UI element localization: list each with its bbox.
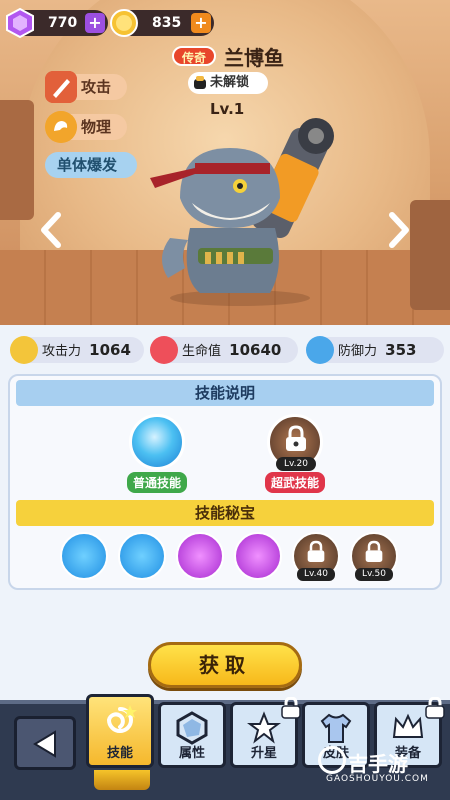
next-hero-arrow-icon[interactable] <box>388 212 410 248</box>
star-up-icon <box>247 711 281 744</box>
coin-counter: 835 + <box>110 9 214 37</box>
hp-stat-label: 生命值 <box>182 344 222 359</box>
background-shelf-right <box>410 200 450 310</box>
treasure-row: Lv.40 Lv.50 <box>60 532 400 588</box>
hero-stats-row: 攻击力 1064 生命值 10640 防御力 353 <box>0 325 450 375</box>
lock-icon <box>286 425 306 451</box>
gem-amount: 770 <box>48 15 78 31</box>
coin-icon <box>110 9 138 37</box>
defense-stat: 防御力 353 <box>306 336 444 364</box>
fist-icon <box>194 76 206 89</box>
lock-icon <box>307 540 325 562</box>
skills-panel: 技能说明 普通技能 Lv.20 超武技能 技能秘宝 Lv.40 Lv.50 <box>8 374 442 590</box>
skill-description-header: 技能说明 <box>16 380 434 406</box>
heart-icon <box>150 336 178 364</box>
rarity-badge: 传奇 <box>172 46 216 66</box>
watermark-logo-icon <box>318 746 346 774</box>
hp-stat: 生命值 10640 <box>150 336 298 364</box>
add-gems-button[interactable]: + <box>85 13 105 33</box>
hero-name: 兰博鱼 <box>224 46 284 70</box>
attack-type-label: 攻击 <box>81 78 112 96</box>
skill-treasure-header: 技能秘宝 <box>16 500 434 526</box>
super-skill[interactable]: Lv.20 超武技能 <box>262 414 328 493</box>
normal-skill[interactable]: 普通技能 <box>124 414 190 493</box>
hero-level: Lv.1 <box>210 100 245 118</box>
hp-stat-value: 10640 <box>229 341 282 359</box>
lock-status-text: 未解锁 <box>210 75 250 90</box>
damage-type-label: 物理 <box>81 118 112 136</box>
tab-attributes-label: 属性 <box>178 746 205 761</box>
shirt-icon <box>320 713 352 743</box>
lock-icon <box>365 540 383 562</box>
coin-amount: 835 <box>152 15 182 31</box>
hero-shark-illustration <box>150 118 334 306</box>
attack-stat-icon <box>10 336 38 364</box>
damage-type-tag: 物理 <box>45 111 127 143</box>
hexagon-icon <box>176 711 208 745</box>
tab-star-up[interactable]: 升星 <box>230 697 301 768</box>
previous-hero-arrow-icon[interactable] <box>40 212 62 248</box>
treasure-burst-plus-icon[interactable] <box>118 532 166 580</box>
tab-attributes[interactable]: 属性 <box>158 702 226 768</box>
attack-stat-label: 攻击力 <box>42 344 82 359</box>
super-skill-label: 超武技能 <box>264 472 325 493</box>
treasure-unlock-level: Lv.40 <box>297 568 335 581</box>
background-shelf-left <box>0 100 34 220</box>
back-arrow-icon <box>33 730 56 758</box>
treasure-locked-slot[interactable]: Lv.50 <box>350 532 398 581</box>
defense-stat-value: 353 <box>385 341 417 359</box>
treasure-cooldown-icon[interactable] <box>234 532 282 580</box>
crown-icon <box>392 713 424 738</box>
acquire-button[interactable]: 获取 <box>148 642 302 688</box>
treasure-unlock-level: Lv.50 <box>355 568 393 581</box>
treasure-burst-plus-icon[interactable] <box>60 532 108 580</box>
skill-type-label: 单体爆发 <box>57 156 118 174</box>
tab-star-up-label: 升星 <box>250 746 277 761</box>
cannon-skill-icon <box>129 414 185 470</box>
gem-icon <box>6 7 34 39</box>
muscle-icon <box>45 111 77 143</box>
normal-skill-label: 普通技能 <box>126 472 187 493</box>
watermark-url: GAOSHOUYOU.COM <box>326 774 429 784</box>
attack-stat-value: 1064 <box>89 341 131 359</box>
super-skill-level: Lv.20 <box>276 457 316 471</box>
add-coins-button[interactable]: + <box>191 13 211 33</box>
lock-icon <box>281 697 301 719</box>
sword-icon <box>45 71 77 103</box>
swirl-icon <box>106 705 137 733</box>
lock-status-badge: 未解锁 <box>188 72 268 94</box>
lock-icon <box>425 697 445 719</box>
shield-icon <box>306 336 334 364</box>
locked-skill-icon: Lv.20 <box>267 414 323 471</box>
treasure-locked-slot[interactable]: Lv.40 <box>292 532 340 581</box>
defense-stat-label: 防御力 <box>338 344 378 359</box>
gem-counter: 770 + <box>6 7 108 39</box>
active-tab-indicator <box>94 770 150 790</box>
back-button[interactable] <box>14 716 76 770</box>
tab-skills[interactable]: 技能 <box>86 694 154 768</box>
hero-scene: 770 + 835 + 传奇 兰博鱼 未解锁 Lv.1 攻击 物理 单体爆发 <box>0 0 450 325</box>
attack-type-tag: 攻击 <box>45 71 127 103</box>
attack-stat: 攻击力 1064 <box>10 336 144 364</box>
site-watermark: 吉手游 GAOSHOUYOU.COM <box>314 744 444 788</box>
treasure-burst-icon[interactable] <box>176 532 224 580</box>
watermark-brand: 吉手游 <box>348 752 408 776</box>
tab-skills-label: 技能 <box>106 746 133 761</box>
